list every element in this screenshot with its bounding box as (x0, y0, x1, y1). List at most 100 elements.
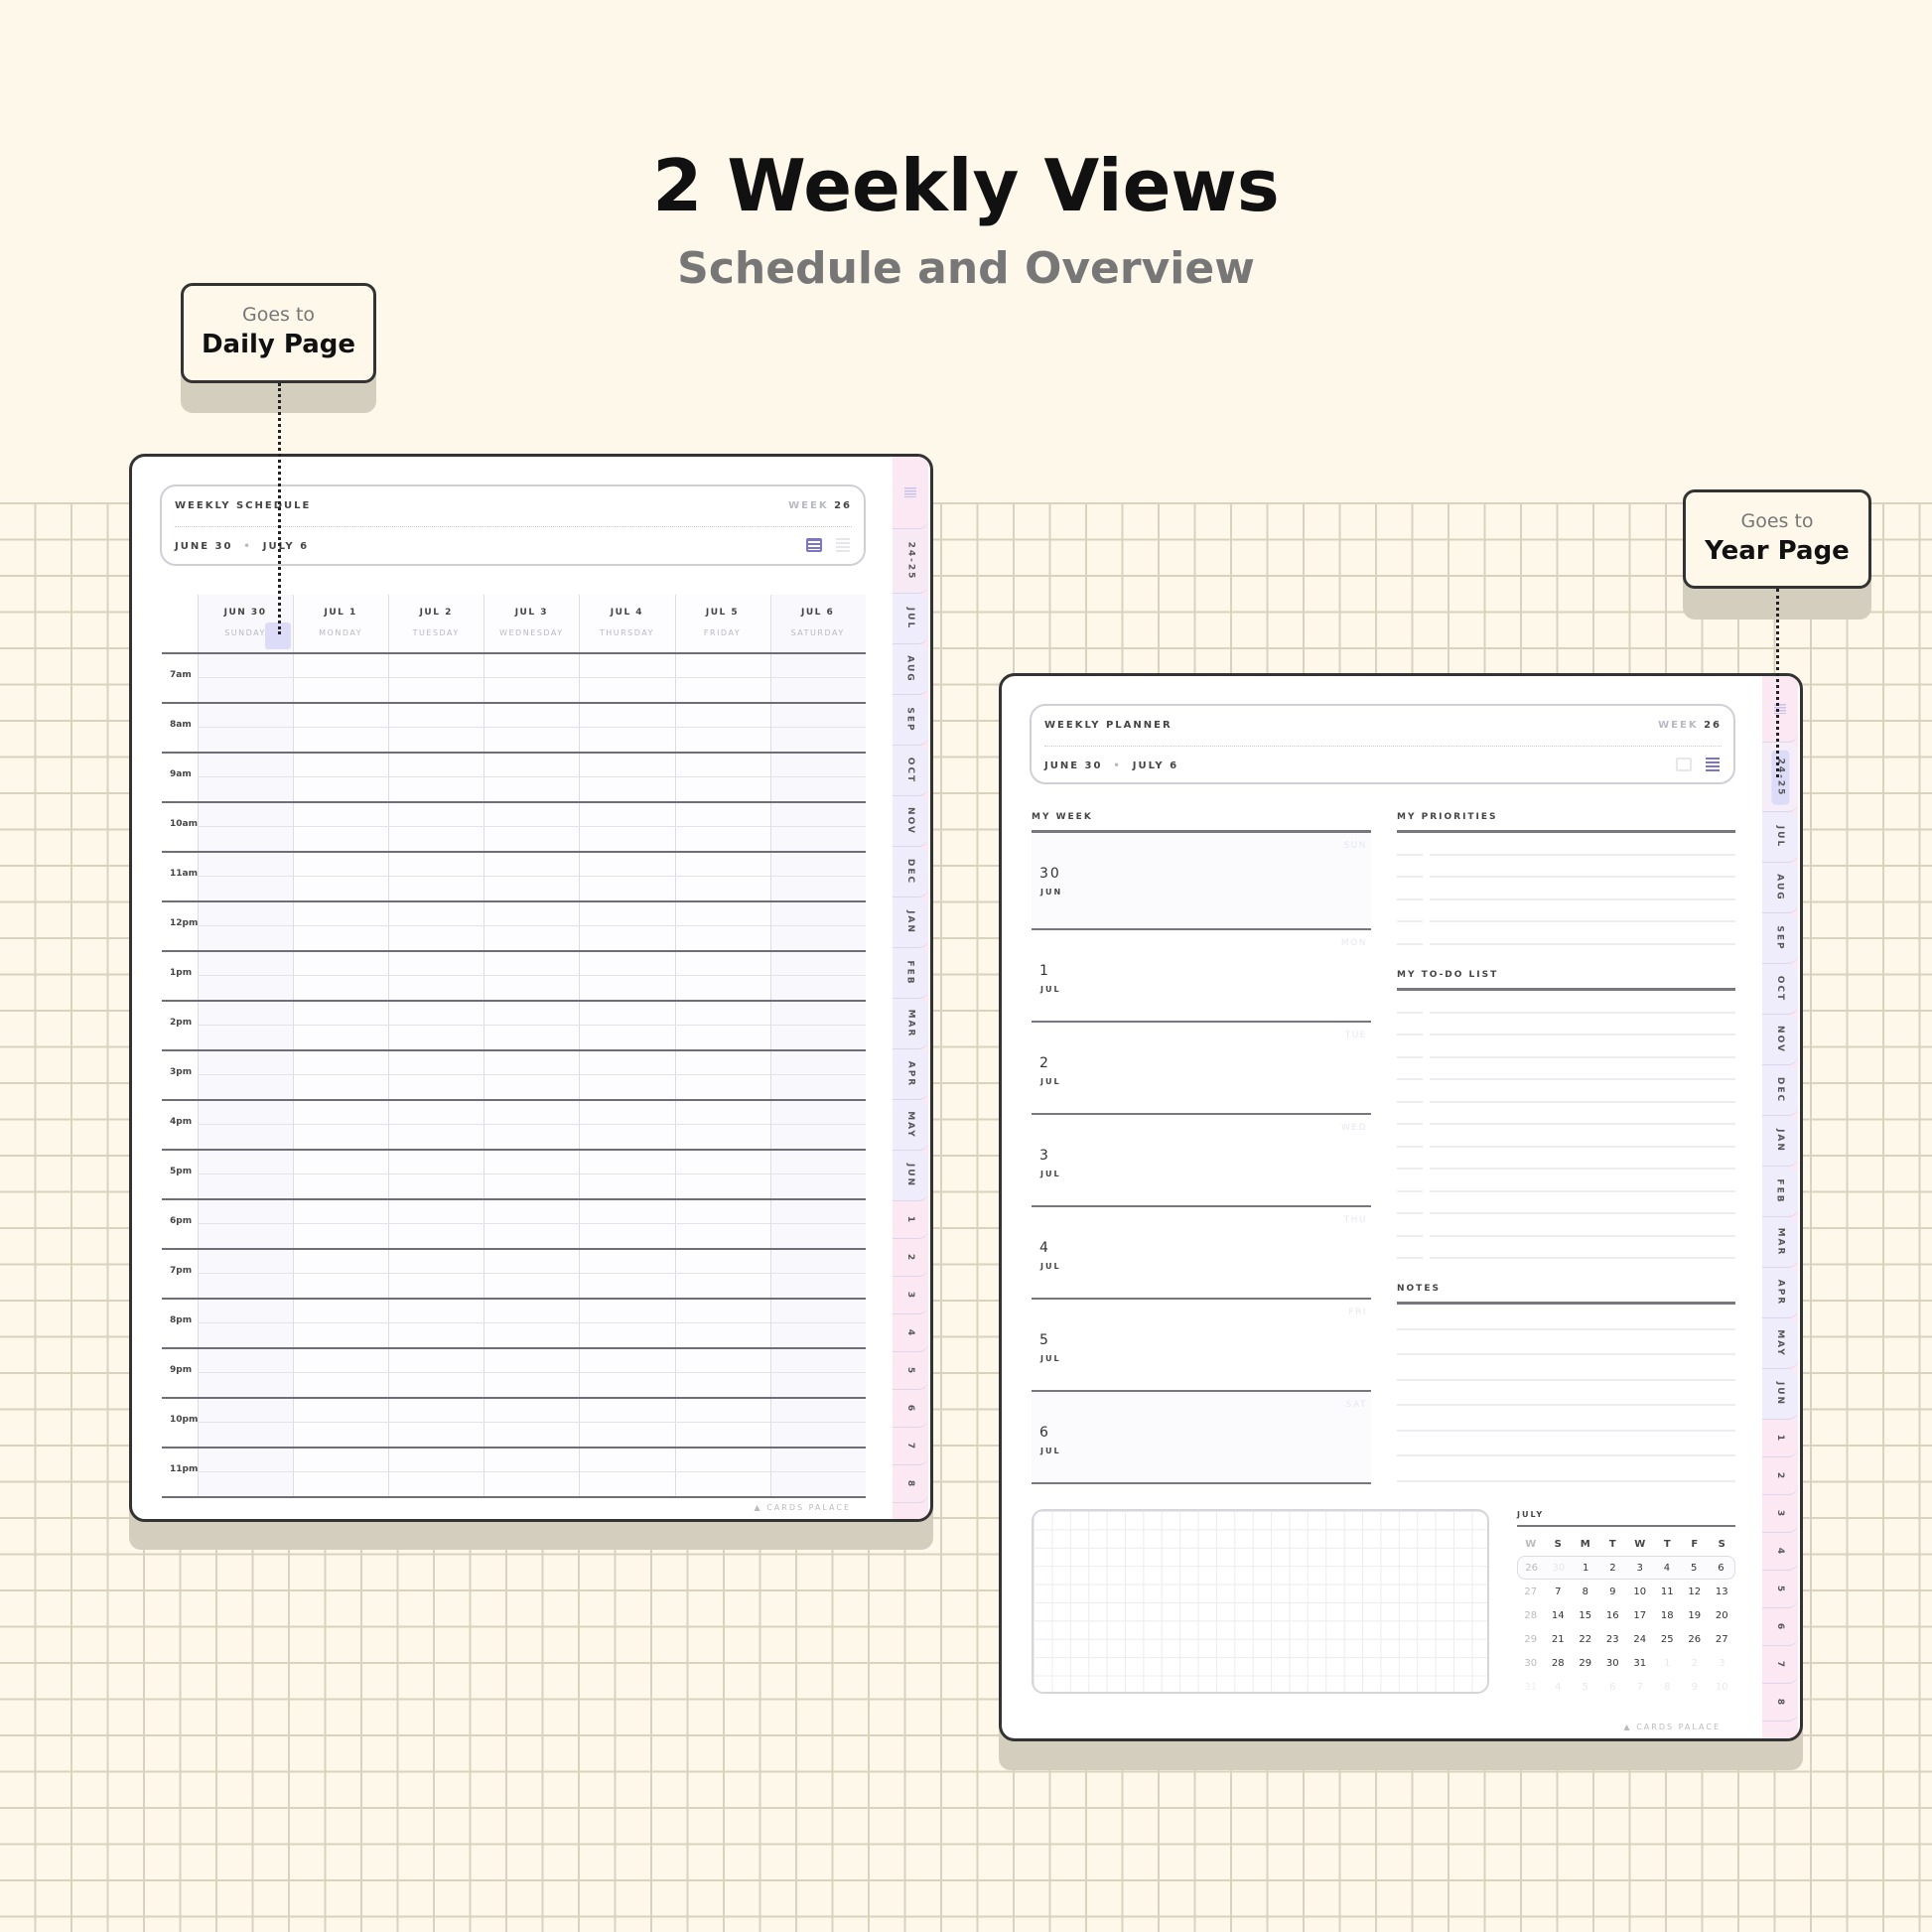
time-slot[interactable] (198, 902, 293, 950)
day-block[interactable]: SAT 6 JUL (1032, 1392, 1371, 1484)
calendar-day[interactable]: 1 (1573, 1563, 1599, 1574)
time-slot[interactable] (483, 952, 579, 1000)
todo-list[interactable] (1397, 988, 1735, 1259)
line-row[interactable] (1397, 1237, 1735, 1259)
calendar-day[interactable]: 28 (1545, 1658, 1573, 1669)
line-row[interactable] (1397, 1330, 1735, 1355)
tab-month[interactable]: DEC (893, 847, 928, 897)
line-row[interactable] (1397, 1148, 1735, 1170)
time-slot[interactable] (675, 1002, 770, 1049)
calendar-day[interactable]: 22 (1572, 1634, 1599, 1645)
calendar-day[interactable]: 9 (1599, 1587, 1627, 1597)
time-slot[interactable] (483, 654, 579, 702)
time-slot[interactable] (579, 654, 674, 702)
time-slot[interactable] (483, 1200, 579, 1248)
tab-month[interactable]: JAN (893, 897, 928, 948)
day-block[interactable]: TUE 2 JUL (1032, 1023, 1371, 1115)
time-slot[interactable] (770, 654, 866, 702)
line-row[interactable] (1397, 1014, 1735, 1035)
line-row[interactable] (1397, 1103, 1735, 1125)
line-row[interactable] (1397, 1214, 1735, 1237)
line-row[interactable] (1397, 833, 1735, 856)
time-slot[interactable] (483, 853, 579, 900)
tab-number[interactable]: 4 (893, 1314, 928, 1352)
calendar-day[interactable]: 25 (1654, 1634, 1682, 1645)
time-slot[interactable] (675, 1250, 770, 1298)
calendar-day[interactable]: 6 (1599, 1682, 1627, 1693)
calendar-day[interactable]: 9 (1681, 1682, 1709, 1693)
overview-view-icon[interactable] (836, 538, 850, 552)
time-slot[interactable] (483, 704, 579, 752)
time-slot[interactable] (483, 1399, 579, 1447)
time-slot[interactable] (293, 1101, 388, 1149)
time-slot[interactable] (198, 704, 293, 752)
time-slot[interactable] (579, 1250, 674, 1298)
calendar-day[interactable]: 4 (1653, 1563, 1680, 1574)
week-number[interactable]: 26 (1518, 1563, 1545, 1574)
time-slot[interactable] (675, 1399, 770, 1447)
time-slot[interactable] (579, 1200, 674, 1248)
line-row[interactable] (1397, 1080, 1735, 1103)
time-slot[interactable] (579, 1002, 674, 1049)
tab-month[interactable]: AUG (1762, 863, 1798, 913)
time-slot[interactable] (198, 853, 293, 900)
time-slot[interactable] (675, 952, 770, 1000)
day-block[interactable]: WED 3 JUL (1032, 1115, 1371, 1207)
tab-month[interactable]: JUL (1762, 812, 1798, 863)
calendar-day[interactable]: 2 (1681, 1658, 1709, 1669)
schedule-view-icon[interactable] (806, 538, 822, 552)
calendar-day[interactable]: 30 (1545, 1563, 1572, 1574)
tab-month[interactable]: MAY (1762, 1318, 1798, 1369)
time-slot[interactable] (675, 1200, 770, 1248)
tab-menu[interactable] (893, 457, 928, 529)
calendar-week-row[interactable]: 29 21 22 23 24 25 26 27 (1517, 1627, 1735, 1651)
time-slot[interactable] (483, 1002, 579, 1049)
line-row[interactable] (1397, 878, 1735, 900)
time-slot[interactable] (483, 1449, 579, 1496)
priorities-list[interactable] (1397, 830, 1735, 945)
calendar-day[interactable]: 29 (1572, 1658, 1599, 1669)
calendar-day[interactable]: 20 (1709, 1610, 1736, 1621)
tab-month[interactable]: NOV (893, 796, 928, 847)
time-slot[interactable] (198, 654, 293, 702)
week-number[interactable]: 30 (1517, 1658, 1545, 1669)
time-slot[interactable] (675, 803, 770, 851)
time-slot[interactable] (483, 754, 579, 801)
tab-number[interactable]: 6 (893, 1390, 928, 1428)
time-slot[interactable] (770, 952, 866, 1000)
time-slot[interactable] (579, 1349, 674, 1397)
week-number[interactable]: 29 (1517, 1634, 1545, 1645)
tab-number[interactable]: 3 (893, 1277, 928, 1314)
time-slot[interactable] (293, 1051, 388, 1099)
calendar-day[interactable]: 21 (1545, 1634, 1573, 1645)
time-slot[interactable] (293, 1002, 388, 1049)
time-slot[interactable] (293, 902, 388, 950)
time-slot[interactable] (198, 1250, 293, 1298)
time-slot[interactable] (483, 1051, 579, 1099)
time-slot[interactable] (675, 1349, 770, 1397)
calendar-day[interactable]: 16 (1599, 1610, 1627, 1621)
time-slot[interactable] (579, 1399, 674, 1447)
time-slot[interactable] (388, 1002, 483, 1049)
calendar-week-row[interactable]: 27 7 8 9 10 11 12 13 (1517, 1580, 1735, 1603)
time-slot[interactable] (483, 902, 579, 950)
tab-month[interactable]: NOV (1762, 1015, 1798, 1065)
time-slot[interactable] (388, 1399, 483, 1447)
time-slot[interactable] (675, 1300, 770, 1347)
time-slot[interactable] (388, 654, 483, 702)
tab-number[interactable]: 4 (1762, 1533, 1798, 1571)
time-slot[interactable] (770, 1449, 866, 1496)
time-slot[interactable] (293, 1399, 388, 1447)
tab-month[interactable]: FEB (1762, 1167, 1798, 1217)
time-slot[interactable] (675, 1449, 770, 1496)
tab-month[interactable]: SEP (893, 695, 928, 746)
time-slot[interactable] (293, 1200, 388, 1248)
calendar-day[interactable]: 6 (1708, 1563, 1734, 1574)
time-slot[interactable] (198, 1300, 293, 1347)
calendar-day[interactable]: 19 (1681, 1610, 1709, 1621)
calendar-day[interactable]: 13 (1709, 1587, 1736, 1597)
line-row[interactable] (1397, 1192, 1735, 1214)
tab-month[interactable]: AUG (893, 644, 928, 695)
time-slot[interactable] (293, 654, 388, 702)
calendar-day[interactable]: 4 (1545, 1682, 1573, 1693)
